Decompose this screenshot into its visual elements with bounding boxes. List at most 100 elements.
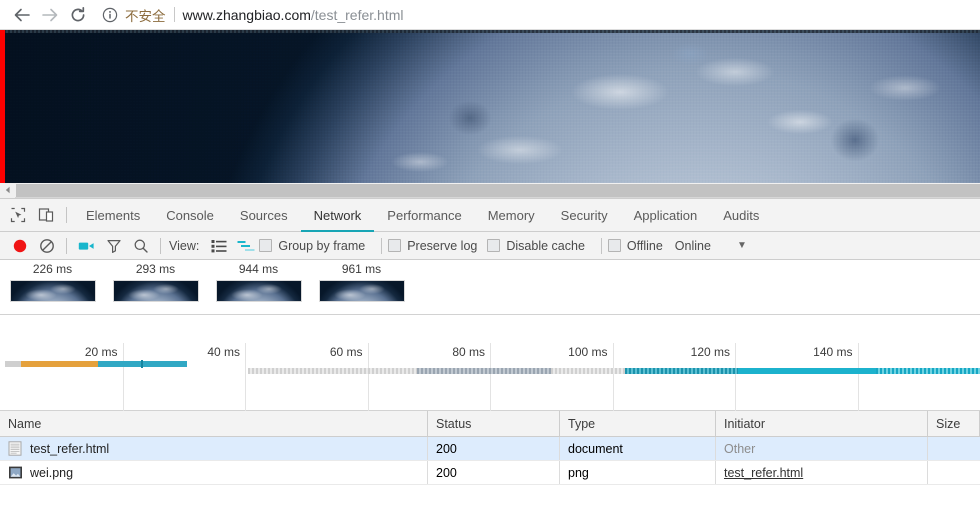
scroll-left-arrow-icon[interactable] <box>0 182 15 198</box>
horizontal-scrollbar-thumb[interactable] <box>16 184 980 197</box>
initiator-link[interactable]: test_refer.html <box>724 466 803 480</box>
tabbar-divider <box>66 207 67 223</box>
table-row[interactable]: test_refer.html 200 document Other <box>0 437 980 461</box>
waterfall-bar[interactable] <box>0 360 980 368</box>
tab-memory[interactable]: Memory <box>475 199 548 231</box>
record-button[interactable] <box>6 233 33 259</box>
cell-initiator[interactable]: test_refer.html <box>716 461 928 484</box>
offline-checkbox[interactable]: Offline <box>607 238 663 253</box>
disable-cache-checkbox[interactable]: Disable cache <box>487 239 585 253</box>
checkbox-box <box>607 239 621 252</box>
table-header-row: Name Status Type Initiator Size <box>0 411 980 437</box>
cell-type: document <box>560 437 716 460</box>
tab-application[interactable]: Application <box>621 199 711 231</box>
page-horizontal-scrollbar[interactable] <box>0 182 980 198</box>
clear-button[interactable] <box>33 233 60 259</box>
frame-thumbnail[interactable] <box>215 280 302 302</box>
browser-toolbar: 不安全 www.zhangbiao.com/test_refer.html <box>0 0 980 30</box>
red-left-marker <box>0 30 5 183</box>
page-viewport <box>0 30 980 183</box>
filmstrip: 226 ms 293 ms 944 ms 961 ms <box>0 260 980 315</box>
camera-icon <box>78 242 94 250</box>
cell-name[interactable]: wei.png <box>0 461 428 484</box>
waterfall-view-icon <box>237 240 255 251</box>
ruler-gridline <box>857 343 859 411</box>
timeline-ruler: 20 ms 40 ms 60 ms 80 ms 100 ms 120 ms 140 ms <box>0 343 980 411</box>
tab-performance[interactable]: Performance <box>374 199 474 231</box>
group-by-frame-checkbox[interactable]: Group by frame <box>259 239 365 253</box>
waterfall-segment-tail <box>875 368 980 374</box>
filter-button[interactable] <box>100 233 127 259</box>
network-overview-waterfall[interactable]: 20 ms 40 ms 60 ms 80 ms 100 ms 120 ms 140 ms <box>0 315 980 411</box>
toolbar-divider-4 <box>600 237 602 254</box>
frame-thumbnail[interactable] <box>9 280 96 302</box>
waterfall-segment-stalled <box>248 368 417 374</box>
preserve-log-label: Preserve log <box>407 238 478 253</box>
chevron-down-icon[interactable]: ▼ <box>737 240 747 251</box>
filmstrip-frame[interactable]: 944 ms <box>208 262 309 302</box>
column-header-status[interactable]: Status <box>428 411 560 436</box>
filmstrip-frame[interactable]: 226 ms <box>2 262 103 302</box>
ruler-tick-label: 20 ms <box>84 345 118 359</box>
address-bar[interactable]: 不安全 www.zhangbiao.com/test_refer.html <box>100 2 972 27</box>
table-row[interactable]: wei.png 200 png test_refer.html <box>0 461 980 485</box>
column-header-type[interactable]: Type <box>560 411 716 436</box>
tab-audits[interactable]: Audits <box>710 199 772 231</box>
toolbar-divider-3 <box>381 237 383 254</box>
filmstrip-frame[interactable]: 293 ms <box>105 262 206 302</box>
info-circle-icon[interactable] <box>100 5 120 25</box>
image-noise-overlay <box>0 30 980 183</box>
cell-status: 200 <box>428 437 560 460</box>
toolbar-divider-2 <box>160 237 161 254</box>
document-file-icon <box>8 441 22 456</box>
waterfall-event-marker <box>140 360 143 368</box>
frame-timestamp: 293 ms <box>135 262 176 276</box>
filmstrip-toggle-button[interactable] <box>73 233 100 259</box>
ruler-gridline <box>735 343 736 411</box>
tab-sources[interactable]: Sources <box>227 199 301 231</box>
back-button[interactable] <box>8 1 36 29</box>
list-view-button[interactable] <box>205 233 232 259</box>
checkbox-box <box>388 239 402 252</box>
cell-status: 200 <box>428 461 560 484</box>
initiator-text: Other <box>724 441 756 456</box>
frame-thumbnail[interactable] <box>318 280 405 302</box>
page-top-edge <box>0 30 980 33</box>
column-header-initiator[interactable]: Initiator <box>716 411 928 436</box>
tab-console[interactable]: Console <box>153 199 227 231</box>
waterfall-segment-queueing <box>4 361 22 367</box>
frame-timestamp: 944 ms <box>238 262 279 276</box>
tab-elements[interactable]: Elements <box>73 199 153 231</box>
frame-thumbnail[interactable] <box>112 280 199 302</box>
tab-network[interactable]: Network <box>300 199 375 232</box>
reload-button[interactable] <box>64 1 92 29</box>
tab-security[interactable]: Security <box>548 199 621 231</box>
waterfall-segment-content-download <box>738 368 876 374</box>
column-header-name[interactable]: Name <box>0 411 428 436</box>
forward-button[interactable] <box>36 1 64 29</box>
inspect-element-button[interactable] <box>4 199 32 231</box>
waterfall-bar[interactable] <box>0 368 980 374</box>
checkbox-box <box>259 239 273 252</box>
filmstrip-frame[interactable]: 961 ms <box>311 262 412 302</box>
frame-timestamp: 961 ms <box>341 262 382 276</box>
checkbox-box <box>487 239 501 252</box>
devtools-tab-bar: Elements Console Sources Network Perform… <box>0 199 980 232</box>
ruler-tick-label: 100 ms <box>568 345 608 359</box>
toolbar-divider-1 <box>66 237 67 254</box>
device-toolbar-button[interactable] <box>32 199 60 231</box>
record-button-icon <box>13 239 26 252</box>
offline-label: Offline <box>626 238 663 253</box>
column-header-size[interactable]: Size <box>928 411 980 436</box>
search-magnifier-icon <box>134 239 148 253</box>
cell-initiator: Other <box>716 437 928 460</box>
overview-spacer <box>0 315 980 343</box>
throttling-value[interactable]: Online <box>675 239 711 253</box>
request-name: test_refer.html <box>30 441 110 456</box>
preserve-log-checkbox[interactable]: Preserve log <box>388 239 477 253</box>
waterfall-view-button[interactable] <box>232 233 259 259</box>
waterfall-segment-connecting <box>416 368 552 374</box>
cell-name[interactable]: test_refer.html <box>0 437 428 460</box>
inspect-element-icon <box>10 207 26 223</box>
search-button[interactable] <box>127 233 154 259</box>
